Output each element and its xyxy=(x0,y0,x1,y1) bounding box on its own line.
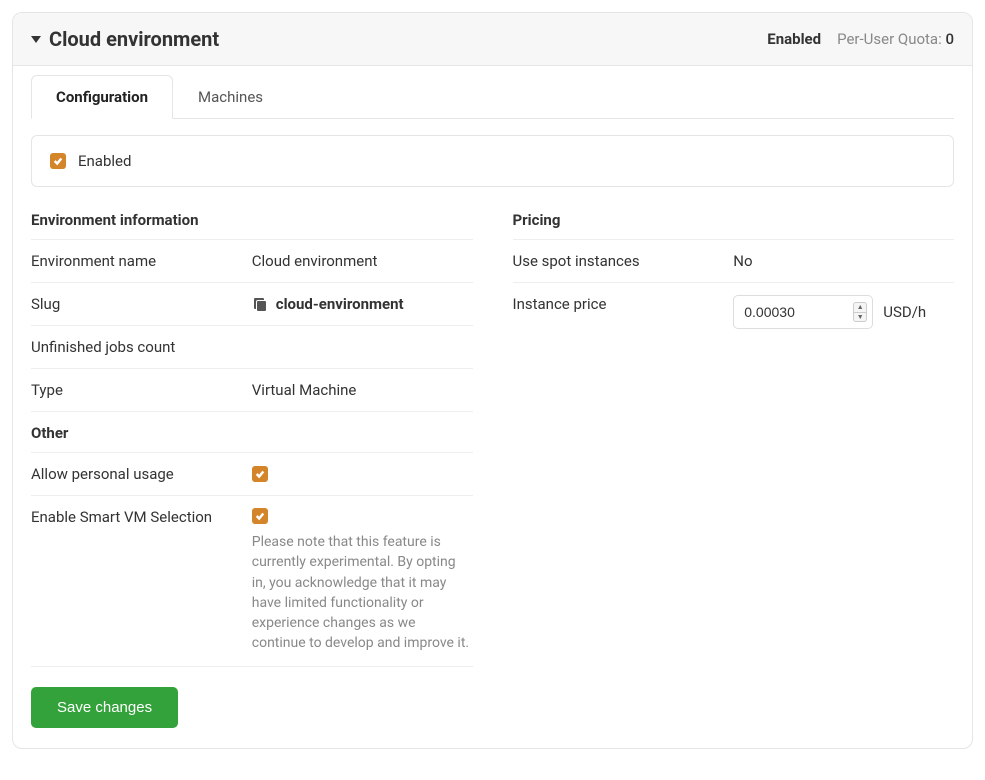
jobs-label: Unfinished jobs count xyxy=(31,338,252,356)
row-type: Type Virtual Machine xyxy=(31,369,473,412)
panel-header-left: Cloud environment xyxy=(31,27,219,51)
price-step-down[interactable]: ▼ xyxy=(853,312,867,322)
price-label: Instance price xyxy=(513,295,734,313)
enabled-box: Enabled xyxy=(31,135,954,187)
column-right: Pricing Use spot instances No Instance p… xyxy=(513,211,955,728)
personal-label: Allow personal usage xyxy=(31,465,252,483)
env-name-label: Environment name xyxy=(31,252,252,270)
smart-helper-text: Please note that this feature is current… xyxy=(252,532,473,654)
spot-label: Use spot instances xyxy=(513,252,734,270)
smart-label: Enable Smart VM Selection xyxy=(31,508,252,526)
tabs: Configuration Machines xyxy=(31,74,954,119)
copy-icon[interactable] xyxy=(252,296,268,312)
row-slug: Slug cloud-environment xyxy=(31,283,473,326)
slug-value: cloud-environment xyxy=(276,295,404,313)
smart-checkbox[interactable] xyxy=(252,508,268,524)
price-unit: USD/h xyxy=(883,303,926,321)
panel-header-right: Enabled Per-User Quota: 0 xyxy=(767,30,954,48)
personal-value xyxy=(252,465,473,483)
price-input[interactable] xyxy=(733,295,873,329)
columns: Environment information Environment name… xyxy=(31,211,954,728)
row-spot: Use spot instances No xyxy=(513,240,955,283)
panel-body: Configuration Machines Enabled Environme… xyxy=(13,74,972,748)
type-value: Virtual Machine xyxy=(252,381,473,399)
type-label: Type xyxy=(31,381,252,399)
panel-header: Cloud environment Enabled Per-User Quota… xyxy=(13,13,972,66)
slug-label: Slug xyxy=(31,295,252,313)
enabled-checkbox[interactable] xyxy=(50,153,66,169)
row-jobs: Unfinished jobs count xyxy=(31,326,473,369)
row-personal: Allow personal usage xyxy=(31,453,473,496)
column-left: Environment information Environment name… xyxy=(31,211,473,728)
quota-value: 0 xyxy=(945,30,954,48)
tab-machines[interactable]: Machines xyxy=(173,75,288,119)
price-input-wrap: ▲ ▼ xyxy=(733,295,873,329)
quota-label: Per-User Quota: xyxy=(837,30,942,48)
price-step-up[interactable]: ▲ xyxy=(853,302,867,312)
price-spinner: ▲ ▼ xyxy=(853,302,867,322)
env-name-value: Cloud environment xyxy=(252,252,473,270)
pricing-title: Pricing xyxy=(513,211,955,240)
collapse-caret-icon[interactable] xyxy=(31,34,41,44)
row-env-name: Environment name Cloud environment xyxy=(31,240,473,283)
enabled-label: Enabled xyxy=(78,152,131,170)
save-button[interactable]: Save changes xyxy=(31,687,178,728)
panel-title: Cloud environment xyxy=(49,27,219,51)
other-title: Other xyxy=(31,412,473,453)
status-badge: Enabled xyxy=(767,30,821,48)
slug-value-wrap: cloud-environment xyxy=(252,295,473,313)
personal-checkbox[interactable] xyxy=(252,466,268,482)
spot-value: No xyxy=(733,252,954,270)
smart-value: Please note that this feature is current… xyxy=(252,508,473,654)
tab-configuration[interactable]: Configuration xyxy=(31,75,173,119)
row-price: Instance price ▲ ▼ USD/h xyxy=(513,283,955,341)
price-value-wrap: ▲ ▼ USD/h xyxy=(733,295,954,329)
quota-display: Per-User Quota: 0 xyxy=(837,30,954,48)
row-smart: Enable Smart VM Selection Please note th… xyxy=(31,496,473,667)
environment-panel: Cloud environment Enabled Per-User Quota… xyxy=(12,12,973,749)
env-info-title: Environment information xyxy=(31,211,473,240)
